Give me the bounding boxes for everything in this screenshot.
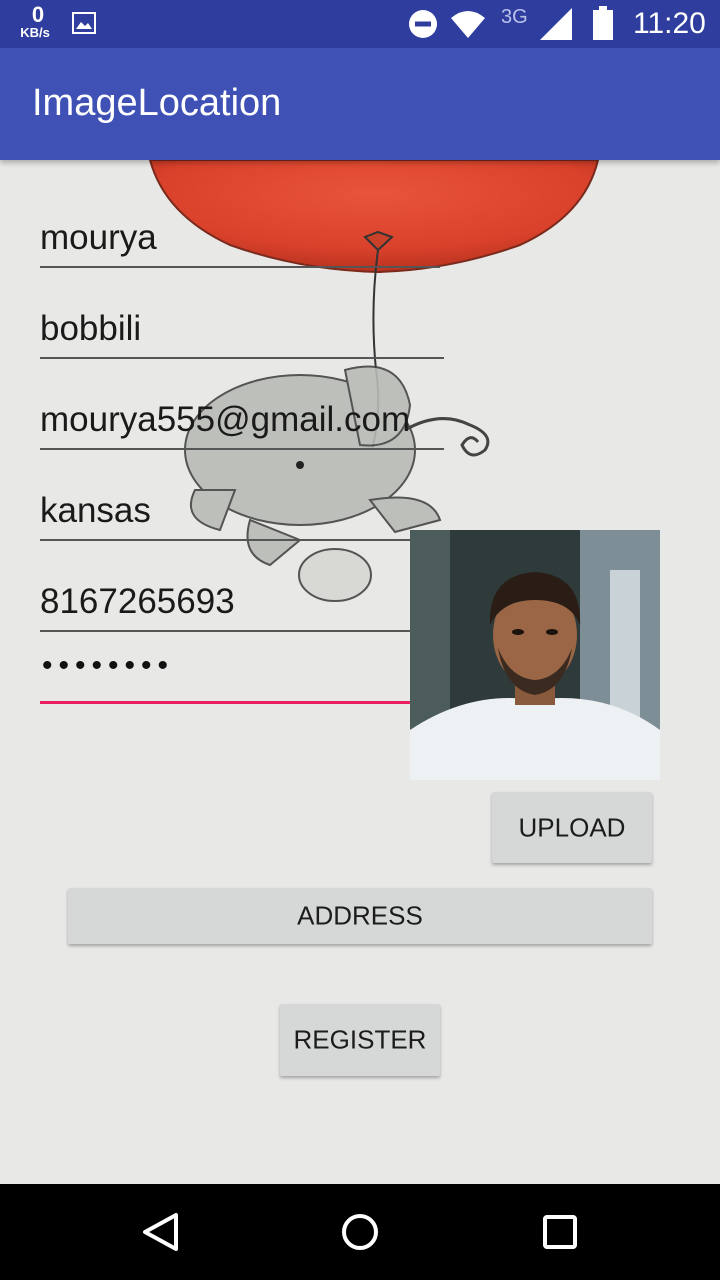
wifi-icon	[451, 11, 485, 38]
register-button[interactable]: REGISTER	[280, 1004, 440, 1076]
city-field[interactable]: kansas	[40, 479, 444, 541]
name-field[interactable]: mourya	[40, 206, 440, 268]
data-speed-indicator: 0 KB/s	[18, 4, 58, 40]
navigation-bar	[0, 1184, 720, 1280]
content-area: mourya bobbili mourya555@gmail.com kansa…	[0, 160, 720, 1184]
city-field-value: kansas	[40, 491, 151, 530]
last-name-field[interactable]: bobbili	[40, 297, 444, 359]
upload-button-label: UPLOAD	[518, 812, 626, 842]
data-speed-value: 0	[31, 2, 45, 27]
phone-field-value: 8167265693	[40, 582, 235, 621]
email-field[interactable]: mourya555@gmail.com	[40, 388, 444, 450]
app-bar: ImageLocation	[0, 48, 720, 160]
image-notification-icon	[72, 12, 96, 34]
address-button[interactable]: ADDRESS	[68, 888, 652, 944]
do-not-disturb-icon	[409, 10, 437, 38]
home-icon[interactable]	[340, 1212, 380, 1252]
profile-photo-image	[410, 530, 660, 780]
network-type-label: 3G	[501, 6, 528, 28]
signal-icon	[540, 8, 572, 40]
address-button-label: ADDRESS	[297, 900, 423, 931]
battery-icon	[593, 6, 613, 40]
profile-photo-preview	[410, 530, 660, 780]
email-field-value: mourya555@gmail.com	[40, 400, 411, 439]
password-field[interactable]: ••••••••	[40, 641, 444, 704]
name-field-value: mourya	[40, 218, 157, 257]
status-bar: 0 KB/s 3G 11:20	[0, 0, 720, 48]
recents-icon[interactable]	[542, 1214, 578, 1250]
app-title: ImageLocation	[32, 82, 282, 124]
status-time: 11:20	[633, 7, 706, 40]
upload-button[interactable]: UPLOAD	[492, 792, 652, 863]
last-name-field-value: bobbili	[40, 309, 142, 348]
data-speed-unit: KB/s	[20, 25, 50, 40]
password-field-value: ••••••••	[42, 649, 175, 682]
phone-field[interactable]: 8167265693	[40, 570, 444, 632]
back-icon[interactable]	[140, 1212, 180, 1252]
register-button-label: REGISTER	[293, 1024, 427, 1055]
